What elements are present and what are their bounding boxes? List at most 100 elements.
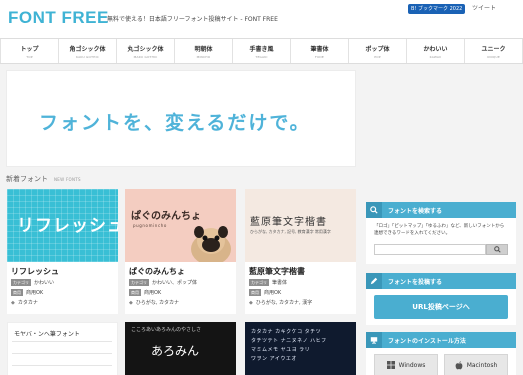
preview-line: カタカナ カキクケコ タチツ <box>251 329 322 335</box>
tweet-button[interactable]: ツイート <box>472 4 496 14</box>
nav-label: 明朝体 <box>194 46 213 53</box>
category-value[interactable]: 筆書体 <box>272 279 287 286</box>
license-row: 商用 商用OK <box>129 289 161 296</box>
nav-label: 筆書体 <box>310 46 329 53</box>
windows-icon <box>386 361 395 369</box>
banner-text: フォントを、変えるだけで。 <box>39 112 311 134</box>
category-tag: カテゴリ <box>249 279 269 286</box>
apple-icon <box>455 360 463 369</box>
preview-text: リフレッシュ <box>17 216 118 236</box>
license-value: 商用OK <box>264 290 282 296</box>
nav-sub-label: KAKU GOTHIC <box>76 55 99 59</box>
tag-icon: ◆ <box>11 299 15 306</box>
preview-text: あろみん <box>151 344 200 358</box>
os-buttons: Windows Macintosh <box>366 348 516 375</box>
site-header: FONT FREE 無料で使える！日本語フリーフォント投稿サイト - FONT … <box>0 0 523 38</box>
nav-sub-label: MARU GOTHIC <box>133 55 158 59</box>
chars-row: ◆ カタカナ <box>11 299 38 307</box>
nav-item-maru-gothic[interactable]: 丸ゴシック体 MARU GOTHIC <box>117 39 175 63</box>
font-preview-image[interactable]: 藍原筆文字楷書 ひらがな, カタカナ, 記号, 教育漢字 常用漢字 <box>245 189 356 262</box>
license-row: 商用 商用OK <box>11 289 43 296</box>
nav-label: 手書き風 <box>249 46 274 53</box>
license-value: 商用OK <box>26 290 44 296</box>
nav-item-kaku-gothic[interactable]: 角ゴシック体 KAKU GOTHIC <box>59 39 117 63</box>
category-value[interactable]: かわいい、ポップ体 <box>152 279 197 286</box>
nav-sub-label: MINCHO <box>196 55 211 59</box>
license-tag: 商用 <box>249 289 261 296</box>
font-card-aihara-kaisho[interactable]: 藍原筆文字楷書 ひらがな, カタカナ, 記号, 教育漢字 常用漢字 藍原筆文字楷… <box>245 189 356 314</box>
font-name[interactable]: リフレッシュ <box>11 266 59 277</box>
nav-label: ポップ体 <box>365 46 390 53</box>
category-value[interactable]: かわいい <box>34 279 54 286</box>
windows-button[interactable]: Windows <box>374 354 438 375</box>
panel-header: フォントを投稿する <box>366 273 516 289</box>
font-preview-image[interactable]: ぱぐのみんちょ pugnomincho <box>125 189 236 262</box>
license-row: 商用 商用OK <box>249 289 281 296</box>
license-tag: 商用 <box>129 289 141 296</box>
macintosh-button[interactable]: Macintosh <box>444 354 508 375</box>
license-tag: 商用 <box>11 289 23 296</box>
chars-row: ◆ ひらがな, カタカナ, 漢字 <box>249 299 313 307</box>
nav-sub-label: KAWAII <box>429 55 442 59</box>
nav-label: 丸ゴシック体 <box>127 46 164 53</box>
category-tag: カテゴリ <box>11 279 31 286</box>
nav-label: かわいい <box>423 46 448 53</box>
search-icon <box>366 202 382 218</box>
panel-header: フォントのインストール方法 <box>366 332 516 348</box>
nav-sub-label: UNIQUE <box>487 55 500 59</box>
nav-label: ユニーク <box>481 46 506 53</box>
hatena-bookmark-button[interactable]: B! ブックマーク 2022 <box>408 4 466 14</box>
panel-title: フォントのインストール方法 <box>388 337 466 345</box>
search-input[interactable] <box>374 244 486 255</box>
preview-subtext: ひらがな, カタカナ, 記号, 教育漢字 常用漢字 <box>250 229 331 234</box>
font-preview-image[interactable]: リフレッシュ <box>7 189 118 262</box>
global-nav: トップ TOP 角ゴシック体 KAKU GOTHIC 丸ゴシック体 MARU GOTH… <box>0 38 523 64</box>
nav-item-tegaki[interactable]: 手書き風 TEGAKI <box>233 39 291 63</box>
pencil-icon <box>366 273 382 289</box>
nav-item-kawaii[interactable]: かわいい KAWAII <box>407 39 465 63</box>
nav-sub-label: FUDE <box>315 55 324 59</box>
nav-item-fude[interactable]: 筆書体 FUDE <box>291 39 349 63</box>
main-content: フォントを、変えるだけで。 新着フォント NEW FONTS リフレッシュ リフレ… <box>0 64 523 375</box>
category-row: カテゴリ 筆書体 <box>249 279 287 286</box>
chars-row: ◆ ひらがな, カタカナ <box>129 299 179 307</box>
preview-text: モヤバ・ンヘ筆フォント <box>14 331 80 338</box>
font-card-preview[interactable]: モヤバ・ンヘ筆フォント <box>7 322 118 375</box>
font-card-refresh[interactable]: リフレッシュ リフレッシュ カテゴリ かわいい 商用 商用OK ◆ カタカナ <box>7 189 118 314</box>
windows-label: Windows <box>398 361 426 369</box>
section-subtitle: NEW FONTS <box>54 177 81 182</box>
nav-item-mincho[interactable]: 明朝体 MINCHO <box>175 39 233 63</box>
nav-label: 角ゴシック体 <box>69 46 106 53</box>
font-name[interactable]: 藍原筆文字楷書 <box>249 266 305 277</box>
nav-item-pop[interactable]: ポップ体 POP <box>349 39 407 63</box>
site-tagline: 無料で使える！日本語フリーフォント投稿サイト - FONT FREE <box>107 16 278 23</box>
preview-subtext: pugnomincho <box>133 223 167 228</box>
panel-title: フォントを投稿する <box>388 278 443 286</box>
search-form <box>374 244 508 255</box>
pug-dog-image <box>191 226 231 262</box>
nav-sub-label: TOP <box>26 55 33 59</box>
url-post-button[interactable]: URL投稿ページへ <box>374 295 508 319</box>
preview-subtext: こころあいあろみんのやさしさ <box>131 327 202 333</box>
search-button[interactable] <box>486 244 508 255</box>
font-card-pugnomincho[interactable]: ぱぐのみんちょ pugnomincho ぱぐのみんちょ カテゴリ かわいい、ポップ… <box>125 189 236 314</box>
font-card-preview[interactable]: カタカナ カキクケコ タチツ タチツテト ナニヌネノ ハヒフ マミムメモ ヤユヨ… <box>245 322 356 375</box>
nav-item-top[interactable]: トップ TOP <box>0 39 59 63</box>
sidebar-install-panel: フォントのインストール方法 Windows Macintosh <box>366 332 516 375</box>
site-logo[interactable]: FONT FREE <box>8 8 109 28</box>
panel-title: フォントを検索する <box>388 207 443 215</box>
sidebar-post-panel: フォントを投稿する URL投稿ページへ <box>366 273 516 325</box>
nav-sub-label: TEGAKI <box>255 55 268 59</box>
nav-item-unique[interactable]: ユニーク UNIQUE <box>465 39 523 63</box>
font-name[interactable]: ぱぐのみんちょ <box>129 266 185 277</box>
ruled-line <box>12 353 112 354</box>
panel-description: 「ロゴ」「ピットマップ」「ゆるふわ」など、新しいフォントから連想できるワードを入… <box>374 224 505 236</box>
nav-label: トップ <box>20 46 39 53</box>
hero-banner[interactable]: フォントを、変えるだけで。 <box>6 70 356 167</box>
category-tag: カテゴリ <box>129 279 149 286</box>
license-value: 商用OK <box>144 290 162 296</box>
chars-value: ひらがな, カタカナ, 漢字 <box>255 300 313 306</box>
preview-text: 藍原筆文字楷書 <box>250 217 327 228</box>
preview-line: マミムメモ ヤユヨ ラリ <box>251 347 311 353</box>
font-card-preview[interactable]: こころあいあろみんのやさしさ あろみん <box>125 322 236 375</box>
